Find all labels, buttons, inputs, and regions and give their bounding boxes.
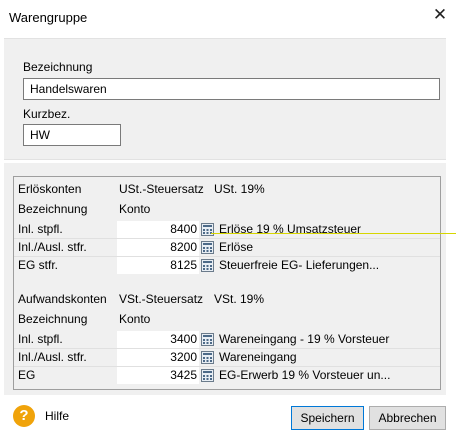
save-button[interactable]: Speichern xyxy=(291,406,364,430)
konto-input[interactable]: 8400 xyxy=(117,221,199,238)
account-lookup-icon[interactable] xyxy=(201,369,214,382)
table-row: EG stfr. 8125 Steuerfreie EG- Lieferunge… xyxy=(14,257,440,274)
row-label: EG xyxy=(18,368,36,382)
table-row: Inl. stpfl. 3400 Wareneingang - 19 % Vor… xyxy=(14,331,440,348)
row-label: Inl./Ausl. stfr. xyxy=(18,350,87,364)
konto-input[interactable]: 8125 xyxy=(117,257,199,274)
ust-rate-label: USt.-Steuersatz xyxy=(119,182,204,196)
kurzbez-label: Kurzbez. xyxy=(23,107,71,121)
ust-rate-value[interactable]: USt. 19% xyxy=(214,181,265,198)
konto-description: Steuerfreie EG- Lieferungen... xyxy=(219,258,380,272)
accounts-grid: Erlöskonten USt.-Steuersatz USt. 19% Bez… xyxy=(13,176,441,390)
vst-rate-value[interactable]: VSt. 19% xyxy=(214,291,264,308)
help-icon[interactable]: ? xyxy=(13,405,35,427)
konto-description: Wareneingang - 19 % Vorsteuer xyxy=(219,332,390,346)
table-row: Inl./Ausl. stfr. 3200 Wareneingang xyxy=(14,349,440,366)
erloese-header-row: Erlöskonten USt.-Steuersatz USt. 19% xyxy=(14,181,440,198)
erloese-header-title: Erlöskonten xyxy=(18,182,82,196)
bezeichnung-label: Bezeichnung xyxy=(23,60,93,74)
row-label: Inl. stpfl. xyxy=(18,222,63,236)
vst-rate-label: VSt.-Steuersatz xyxy=(119,292,204,306)
account-lookup-icon[interactable] xyxy=(201,351,214,364)
bezeichnung-input[interactable]: Handelswaren xyxy=(23,78,440,100)
konto-description: Wareneingang xyxy=(219,350,297,364)
aufwand-header-row: Aufwandskonten VSt.-Steuersatz VSt. 19% xyxy=(14,291,440,308)
table-row: Inl. stpfl. 8400 Erlöse 19 % Umsatzsteue… xyxy=(14,221,440,238)
konto-input[interactable]: 3200 xyxy=(117,349,199,366)
cancel-button[interactable]: Abbrechen xyxy=(369,406,446,430)
konto-description: Erlöse 19 % Umsatzsteuer xyxy=(219,222,362,236)
konto-description: EG-Erwerb 19 % Vorsteuer un... xyxy=(219,368,391,382)
col-konto: Konto xyxy=(119,312,151,326)
konto-description: Erlöse xyxy=(219,240,254,254)
table-row: Inl./Ausl. stfr. 8200 Erlöse xyxy=(14,239,440,256)
row-label: Inl. stpfl. xyxy=(18,332,63,346)
aufwand-subheader-row: Bezeichnung Konto xyxy=(14,311,440,328)
help-label[interactable]: Hilfe xyxy=(45,409,69,423)
annotation-pointer-line xyxy=(211,233,456,234)
close-icon[interactable]: ✕ xyxy=(431,6,449,24)
account-lookup-icon[interactable] xyxy=(201,223,214,236)
col-bezeichnung: Bezeichnung xyxy=(18,202,88,216)
konto-input[interactable]: 8200 xyxy=(117,239,199,256)
window-title: Warengruppe xyxy=(9,10,88,25)
erloese-subheader-row: Bezeichnung Konto xyxy=(14,201,440,218)
row-label: EG stfr. xyxy=(18,258,59,272)
account-lookup-icon[interactable] xyxy=(201,259,214,272)
kurzbez-input[interactable]: HW xyxy=(23,124,121,146)
table-row: EG 3425 EG-Erwerb 19 % Vorsteuer un... xyxy=(14,367,440,384)
col-konto: Konto xyxy=(119,202,151,216)
col-bezeichnung: Bezeichnung xyxy=(18,312,88,326)
account-lookup-icon[interactable] xyxy=(201,241,214,254)
konto-input[interactable]: 3425 xyxy=(117,367,199,384)
row-label: Inl./Ausl. stfr. xyxy=(18,240,87,254)
konto-input[interactable]: 3400 xyxy=(117,331,199,348)
account-lookup-icon[interactable] xyxy=(201,333,214,346)
aufwand-header-title: Aufwandskonten xyxy=(18,292,107,306)
